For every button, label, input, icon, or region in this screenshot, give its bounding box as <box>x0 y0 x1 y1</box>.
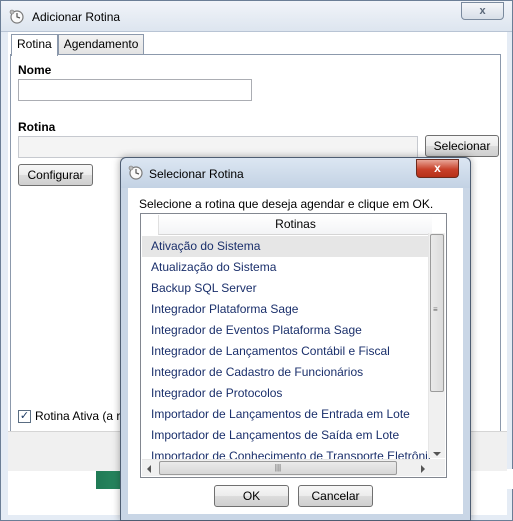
configurar-button[interactable]: Configurar <box>18 164 93 186</box>
dialog-instruction: Selecione a rotina que deseja agendar e … <box>139 197 434 211</box>
rotina-ativa-row: ✓ Rotina Ativa (a r <box>18 409 120 423</box>
list-item[interactable]: Integrador de Protocolos <box>142 383 430 404</box>
horizontal-scroll-thumb[interactable]: ||| <box>159 461 397 475</box>
list-item[interactable]: Integrador de Eventos Plataforma Sage <box>142 320 430 341</box>
selecionar-button[interactable]: Selecionar <box>425 135 499 157</box>
rotina-field[interactable] <box>18 136 418 158</box>
close-icon: x <box>434 161 441 175</box>
list-item[interactable]: Ativação do Sistema <box>142 236 430 257</box>
vertical-scrollbar[interactable]: ≡ <box>428 233 445 458</box>
window-title: Adicionar Rotina <box>32 10 121 24</box>
list-item[interactable]: Importador de Lançamentos de Entrada em … <box>142 404 430 425</box>
dialog-titlebar[interactable]: Selecionar Rotina x <box>121 158 470 188</box>
list-item[interactable]: Integrador Plataforma Sage <box>142 299 430 320</box>
rotinas-list[interactable]: Rotinas Ativação do Sistema Atualização … <box>140 213 447 478</box>
list-item[interactable]: Importador de Conhecimento de Transporte… <box>142 446 430 460</box>
tab-strip: Rotina Agendamento <box>11 34 145 56</box>
grip-icon: ≡ <box>433 305 438 314</box>
main-titlebar[interactable]: Adicionar Rotina x <box>1 1 512 32</box>
list-header-rotinas[interactable]: Rotinas <box>158 215 432 235</box>
nome-field[interactable] <box>18 79 252 101</box>
rotina-ativa-checkbox[interactable]: ✓ <box>18 409 31 423</box>
close-icon: x <box>479 5 486 17</box>
scroll-right-icon[interactable] <box>421 465 425 473</box>
rotina-ativa-label: Rotina Ativa (a r <box>35 409 121 423</box>
rotina-label: Rotina <box>18 120 56 134</box>
cancel-button[interactable]: Cancelar <box>298 485 373 507</box>
nome-label: Nome <box>18 63 52 77</box>
tab-agendamento[interactable]: Agendamento <box>57 34 145 55</box>
checkmark-icon: ✓ <box>19 409 30 422</box>
selecionar-rotina-dialog: Selecionar Rotina x Selecione a rotina q… <box>120 157 471 521</box>
dialog-body: Selecione a rotina que deseja agendar e … <box>128 188 463 514</box>
list-item[interactable]: Atualização do Sistema <box>142 257 430 278</box>
tab-rotina[interactable]: Rotina <box>11 34 58 56</box>
close-button[interactable]: x <box>461 2 504 20</box>
list-item[interactable]: Backup SQL Server <box>142 278 430 299</box>
list-items: Ativação do Sistema Atualização do Siste… <box>142 236 430 460</box>
list-item[interactable]: Integrador de Cadastro de Funcionários <box>142 362 430 383</box>
horizontal-scrollbar[interactable]: ||| <box>142 459 430 476</box>
ok-button[interactable]: OK <box>214 485 289 507</box>
scroll-corner <box>428 459 445 476</box>
app-icon <box>128 165 143 180</box>
list-item[interactable]: Importador de Lançamentos de Saída em Lo… <box>142 425 430 446</box>
scroll-down-icon[interactable] <box>433 452 441 456</box>
dialog-close-button[interactable]: x <box>416 159 459 178</box>
list-item[interactable]: Integrador de Lançamentos Contábil e Fis… <box>142 341 430 362</box>
app-icon <box>9 9 24 24</box>
grip-icon: ||| <box>274 463 282 472</box>
dialog-title: Selecionar Rotina <box>149 167 244 181</box>
scroll-left-icon[interactable] <box>147 465 151 473</box>
